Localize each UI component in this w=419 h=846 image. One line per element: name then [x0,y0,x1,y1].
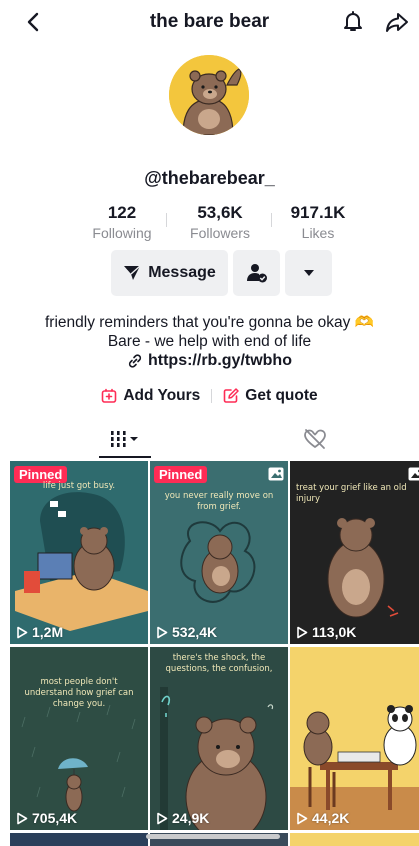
video-views: 113,0K [296,624,356,640]
video-views: 532,4K [156,624,217,640]
following-status-button[interactable] [233,250,280,296]
send-icon [124,265,141,280]
play-icon [157,626,168,638]
home-indicator[interactable] [146,834,280,839]
video-tile[interactable]: 44,2K [290,647,419,830]
profile-stats: 122 Following 53,6K Followers 917.1K Lik… [0,203,419,243]
photo-icon [408,467,419,481]
photo-icon [268,467,284,481]
video-thumbnail [21,704,136,812]
video-views: 705,4K [16,810,77,826]
video-tile[interactable]: Pinned you never really move on from gri… [150,461,288,644]
stat-divider [271,213,272,227]
profile-username: @thebarebear_ [144,168,275,188]
play-icon [297,812,308,824]
video-view-count: 532,4K [172,624,218,640]
stat-followers[interactable]: 53,6K Followers [175,203,265,241]
bio-line: friendly reminders that you're gonna be … [45,314,374,331]
share-icon[interactable] [384,9,410,35]
play-icon [17,626,28,638]
play-icon [157,812,168,824]
profile-extras: Add Yours Get quote [0,385,419,407]
video-thumbnail [180,521,256,603]
video-tile[interactable] [290,833,419,846]
pinned-badge: Pinned [154,466,208,483]
extras-divider [211,389,213,403]
stat-likes[interactable]: 917.1K Likes [273,203,363,241]
video-tile[interactable]: Pinned life just got busy. 1,2M [10,461,148,644]
add-yours-icon [102,388,117,403]
stat-value: 53,6K [197,203,243,222]
message-button-label: Message [148,264,216,281]
active-tab-indicator [99,456,151,458]
video-view-count: 1,2M [32,624,64,640]
stat-following[interactable]: 122 Following [77,203,167,241]
video-caption: you never really move on from grief. [164,491,274,512]
video-views: 44,2K [296,810,349,826]
play-icon [17,812,28,824]
link-icon [128,354,142,368]
profile-link-text: https://rb.gy/twbho [148,352,292,369]
play-icon [297,626,308,638]
video-thumbnail [290,705,419,830]
grid-icon [111,431,138,447]
edit-icon [223,388,240,403]
stat-value: 917.1K [290,203,346,222]
top-bar: the bare bear [0,0,419,44]
video-tile[interactable]: there's the shock, the questions, the co… [150,647,288,830]
get-quote-button[interactable]: Get quote [223,387,318,405]
avatar[interactable] [169,55,249,135]
add-yours-label: Add Yours [123,387,201,404]
video-view-count: 705,4K [32,810,78,826]
tab-liked-hidden-icon[interactable] [302,426,328,452]
caret-down-icon [303,270,314,276]
more-options-button[interactable] [285,250,332,296]
video-tile[interactable]: treat your grief like an old injury 113,… [290,461,419,644]
stat-label: Likes [301,225,335,241]
bear-avatar-illustration [169,55,249,135]
video-tile[interactable]: most people don't understand how grief c… [10,647,148,830]
message-button[interactable]: Message [111,250,228,296]
video-views: 1,2M [16,624,63,640]
get-quote-label: Get quote [245,387,318,404]
tab-videos[interactable] [99,420,151,458]
stat-label: Followers [190,225,250,241]
video-view-count: 44,2K [312,810,350,826]
video-grid: Pinned life just got busy. 1,2M Pinned y… [10,461,419,846]
stat-value: 122 [107,203,137,222]
stat-divider [166,213,167,227]
video-caption: treat your grief like an old injury [296,483,407,504]
profile-bio: friendly reminders that you're gonna be … [0,313,419,351]
video-views: 24,9K [156,810,209,826]
video-caption: most people don't understand how grief c… [24,677,134,709]
user-check-icon [246,264,267,283]
add-yours-button[interactable]: Add Yours [101,387,200,405]
video-tile[interactable] [10,833,148,846]
profile-tabs [0,420,419,458]
bell-icon[interactable] [340,8,366,34]
video-caption: there's the shock, the questions, the co… [165,653,273,674]
video-view-count: 24,9K [172,810,210,826]
video-view-count: 113,0K [312,624,357,640]
video-caption: life just got busy. [42,481,116,491]
stat-label: Following [92,225,152,241]
profile-link[interactable]: https://rb.gy/twbho [0,352,419,370]
bio-line: Bare - we help with end of life [107,333,312,350]
